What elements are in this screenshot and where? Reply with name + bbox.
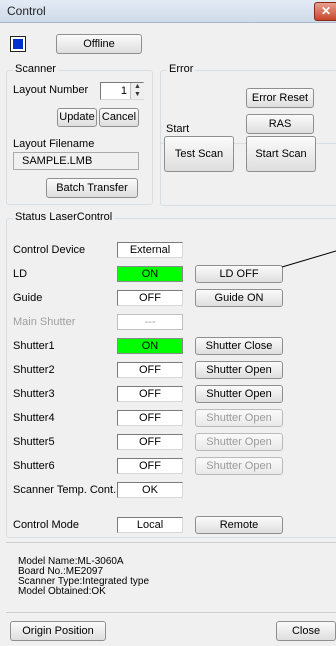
- status-row-label: Shutter3: [13, 388, 55, 400]
- status-row-label: LD: [13, 268, 28, 280]
- title-bar: Control ✕: [0, 0, 336, 23]
- status-row-button[interactable]: Shutter Open: [195, 361, 283, 379]
- status-row-label: Main Shutter: [13, 316, 76, 328]
- status-row-button[interactable]: Guide ON: [195, 289, 283, 307]
- model-info: Model Name:ML-3060A Board No.:ME2097 Sca…: [18, 557, 149, 597]
- close-button[interactable]: Close: [276, 621, 336, 641]
- update-button[interactable]: Update: [57, 108, 97, 127]
- status-row-value: OK: [117, 482, 183, 498]
- offline-button[interactable]: Offline: [56, 34, 142, 54]
- cancel-button[interactable]: Cancel: [99, 108, 139, 127]
- status-row-label: Guide: [13, 292, 43, 304]
- window-close-button[interactable]: ✕: [314, 2, 336, 21]
- info-separator: [6, 542, 336, 543]
- model-obtained-text: Model Obtained:OK: [18, 586, 106, 597]
- start-legend: Start: [164, 123, 192, 135]
- status-row-button[interactable]: Remote: [195, 516, 283, 534]
- window-title: Control: [7, 4, 46, 18]
- status-row-value: OFF: [117, 434, 183, 450]
- status-row-button[interactable]: LD OFF: [195, 265, 283, 283]
- scanner-legend: Scanner: [13, 63, 58, 75]
- status-row-button[interactable]: Shutter Close: [195, 337, 283, 355]
- layout-filename-field: SAMPLE.LMB: [13, 152, 139, 170]
- batch-transfer-button[interactable]: Batch Transfer: [46, 178, 138, 198]
- status-row-value: OFF: [117, 362, 183, 378]
- status-row-value: OFF: [117, 458, 183, 474]
- status-row-value: OFF: [117, 410, 183, 426]
- start-scan-button[interactable]: Start Scan: [246, 136, 316, 172]
- status-row-button[interactable]: Shutter Open: [195, 385, 283, 403]
- status-row-label: Shutter4: [13, 412, 55, 424]
- footer-separator: [6, 612, 336, 613]
- status-row-label: Shutter2: [13, 364, 55, 376]
- layout-number-spinner[interactable]: ▲ ▼: [130, 83, 144, 99]
- status-row-label: Shutter6: [13, 460, 55, 472]
- status-row-button: Shutter Open: [195, 457, 283, 475]
- status-row-value: ON: [117, 266, 183, 282]
- annotation-leader-line: [281, 250, 336, 268]
- status-row-value: OFF: [117, 290, 183, 306]
- status-row-button: Shutter Open: [195, 409, 283, 427]
- layout-filename-label: Layout Filename: [13, 138, 95, 150]
- layout-filename-value: SAMPLE.LMB: [22, 155, 93, 167]
- layout-number-value: 1: [120, 85, 127, 97]
- status-row-value: Local: [117, 517, 183, 533]
- status-row-label: Control Mode: [13, 519, 80, 531]
- status-row-value: External: [117, 242, 183, 258]
- status-row-label: Shutter5: [13, 436, 55, 448]
- status-indicator-fill: [13, 39, 23, 49]
- layout-number-label: Layout Number: [13, 84, 89, 96]
- status-row-value: ON: [117, 338, 183, 354]
- status-row-value: OFF: [117, 386, 183, 402]
- origin-position-button[interactable]: Origin Position: [10, 621, 106, 641]
- status-legend: Status LaserControl: [13, 211, 115, 223]
- status-indicator-icon: [10, 36, 26, 52]
- status-row-button: Shutter Open: [195, 433, 283, 451]
- test-scan-button[interactable]: Test Scan: [164, 136, 234, 172]
- status-row-label: Shutter1: [13, 340, 55, 352]
- error-legend: Error: [167, 63, 196, 75]
- status-row-value: ---: [117, 314, 183, 330]
- status-row-label: Scanner Temp. Cont.: [13, 484, 117, 496]
- error-reset-button[interactable]: Error Reset: [246, 88, 314, 108]
- status-row-label: Control Device: [13, 244, 86, 256]
